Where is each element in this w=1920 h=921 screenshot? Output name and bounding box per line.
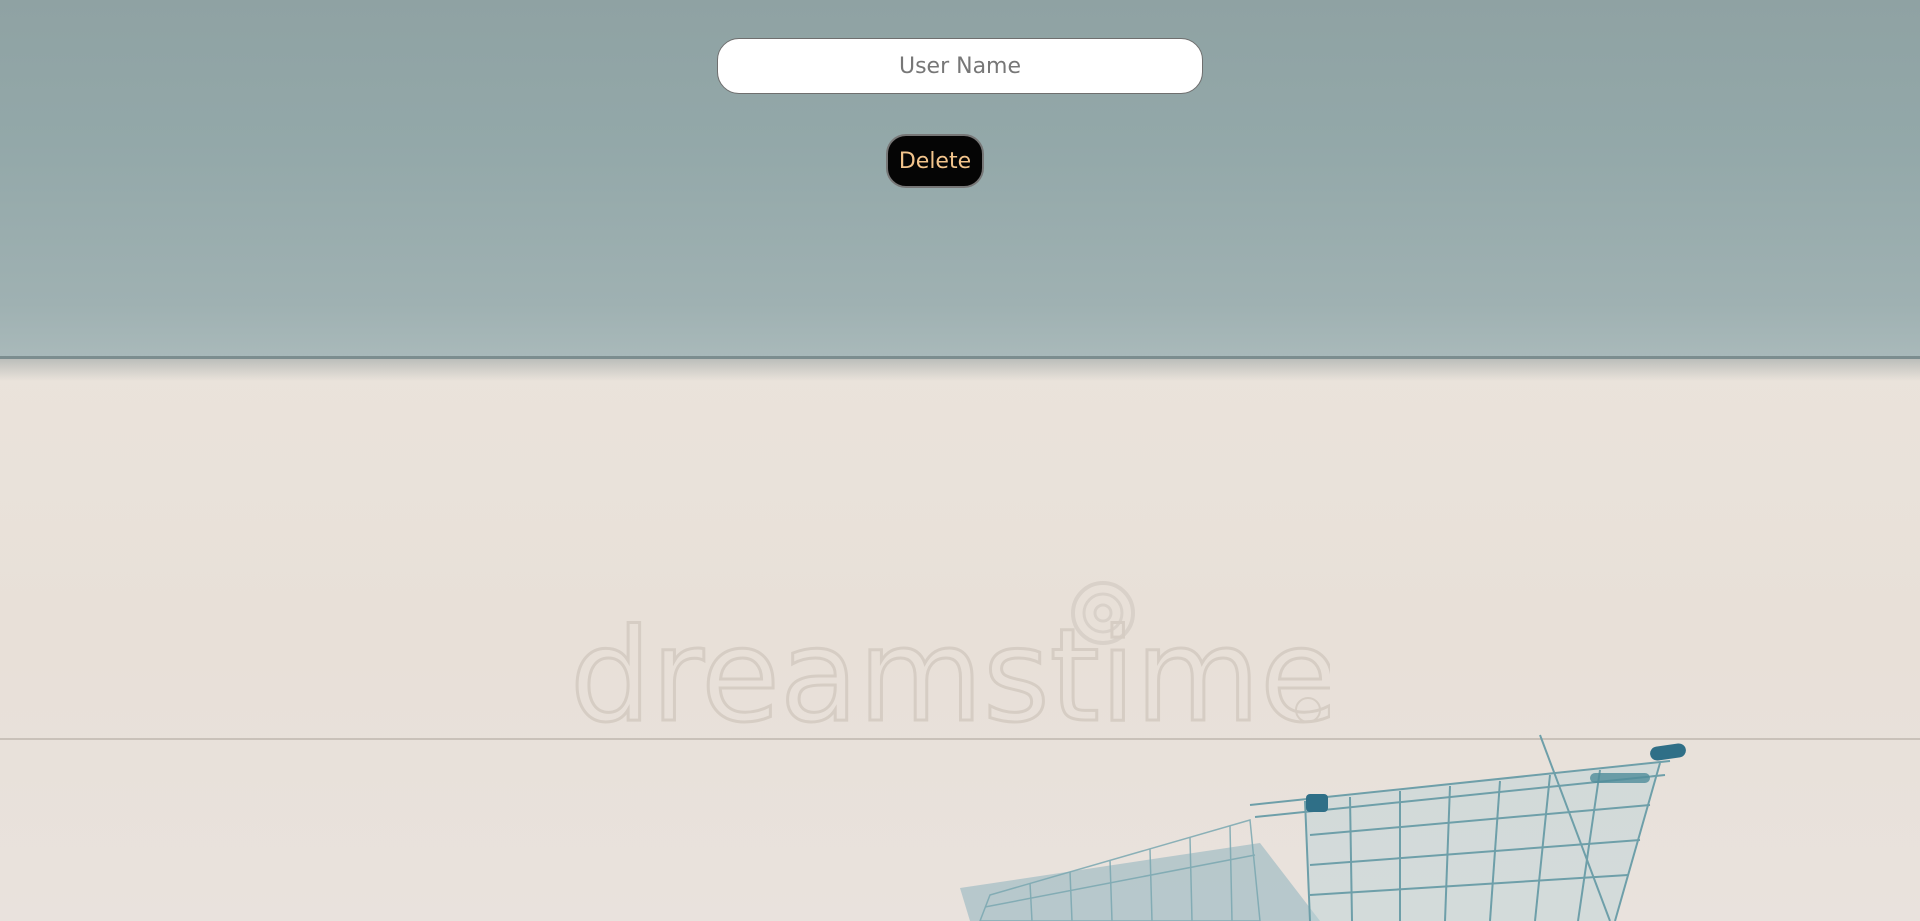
username-input[interactable] (717, 38, 1203, 94)
shopping-cart-image (960, 734, 1686, 921)
delete-button[interactable]: Delete (886, 134, 984, 188)
wall-shadow (0, 359, 1920, 381)
page: dreamstime User Name Delete (0, 0, 1920, 921)
watermark-text: dreamstime (570, 602, 1330, 740)
dreamstime-watermark: dreamstime (569, 581, 1330, 740)
